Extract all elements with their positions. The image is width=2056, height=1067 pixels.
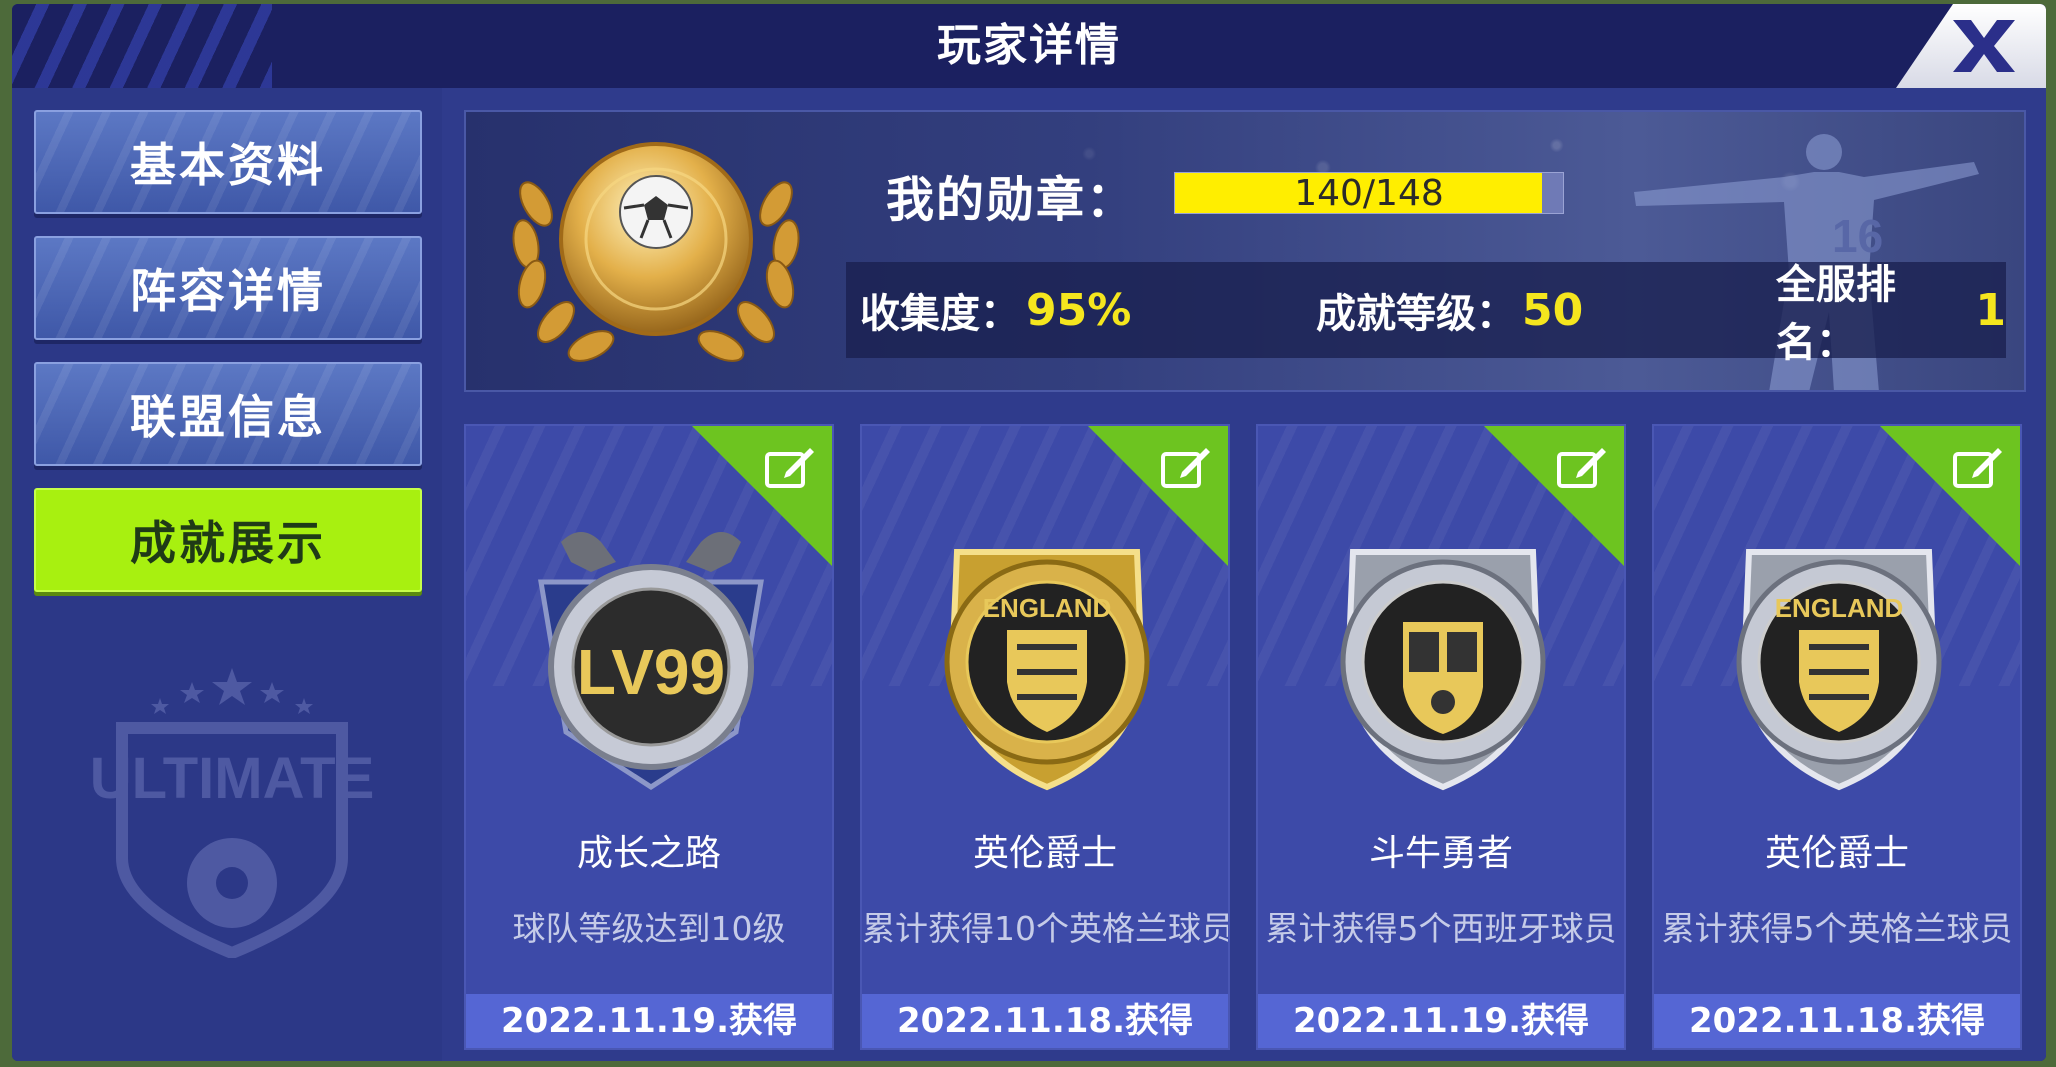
achievement-level-stat: 成就等级： 50 xyxy=(1316,262,1583,358)
player-details-window: 玩家详情 基本资料 阵容详情 联盟信息 成就展示 ULTIMATE 16 我的勋… xyxy=(12,4,2046,1061)
my-badges-label: 我的勋章： xyxy=(886,172,1137,228)
achievement-desc: 累计获得10个英格兰球员 xyxy=(862,909,1230,948)
achievement-level-label: 成就等级： xyxy=(1316,291,1516,337)
sidebar-item-label: 阵容详情 xyxy=(130,264,326,318)
medal-icon xyxy=(512,142,800,362)
achievement-date: 2022.11.19.获得 xyxy=(466,994,832,1048)
achievement-card[interactable]: ENGLAND 英伦爵士 累计获得10个英格兰球员 2022.11.18.获得 xyxy=(860,424,1230,1050)
england-gold-badge-icon: ENGLAND xyxy=(944,549,1150,791)
server-rank-value: 1 xyxy=(1975,284,2006,336)
medal-summary-banner: 16 我的勋章： 140/148 收集度： 95% 成就等级： 50 全服排名：… xyxy=(464,110,2026,392)
sidebar-item-label: 成就展示 xyxy=(130,516,326,570)
stats-strip: 收集度： 95% 成就等级： 50 全服排名： 1 xyxy=(846,262,2006,366)
server-rank-stat: 全服排名： 1 xyxy=(1776,262,2006,366)
sidebar: 基本资料 阵容详情 联盟信息 成就展示 ULTIMATE xyxy=(12,88,442,1061)
achievement-desc: 球队等级达到10级 xyxy=(512,909,786,948)
server-rank-label: 全服排名： xyxy=(1776,262,1896,366)
collection-value: 95% xyxy=(1026,284,1132,336)
collection-stat: 收集度： 95% xyxy=(860,262,1131,358)
badge-progress-bar: 140/148 xyxy=(1174,172,1564,214)
sidebar-item-achievements[interactable]: 成就展示 xyxy=(34,488,422,592)
achievement-date: 2022.11.18.获得 xyxy=(862,994,1228,1048)
badge-text: ENGLAND xyxy=(983,593,1112,623)
badge-progress-text: 140/148 xyxy=(1294,173,1444,214)
achievement-desc: 累计获得5个西班牙球员 xyxy=(1265,909,1617,948)
sidebar-item-basic-info[interactable]: 基本资料 xyxy=(34,110,422,214)
achievement-date: 2022.11.19.获得 xyxy=(1258,994,1624,1048)
achievement-card[interactable]: ENGLAND 英伦爵士 累计获得5个英格兰球员 2022.11.18.获得 xyxy=(1652,424,2022,1050)
badge-text: ENGLAND xyxy=(1775,593,1904,623)
sidebar-item-league-info[interactable]: 联盟信息 xyxy=(34,362,422,466)
achievement-name: 英伦爵士 xyxy=(1764,833,1909,874)
achievement-name: 成长之路 xyxy=(576,833,721,874)
achievement-date: 2022.11.18.获得 xyxy=(1654,994,2020,1048)
achievement-card[interactable]: 斗牛勇者 累计获得5个西班牙球员 2022.11.19.获得 xyxy=(1256,424,1626,1050)
edit-icon[interactable] xyxy=(1952,444,2004,490)
collection-label: 收集度： xyxy=(860,291,1020,337)
logo-text: ULTIMATE xyxy=(90,746,375,811)
edit-icon[interactable] xyxy=(764,444,816,490)
window-title: 玩家详情 xyxy=(937,20,1121,71)
achievement-name: 斗牛勇者 xyxy=(1368,833,1513,874)
achievement-level-value: 50 xyxy=(1522,284,1584,336)
sidebar-item-label: 联盟信息 xyxy=(130,390,326,444)
level-badge-icon: LV99 xyxy=(538,532,764,790)
england-silver-badge-icon: ENGLAND xyxy=(1736,549,1942,791)
edit-icon[interactable] xyxy=(1556,444,1608,490)
sidebar-item-lineup-details[interactable]: 阵容详情 xyxy=(34,236,422,340)
achievement-card[interactable]: LV99 成长之路 球队等级达到10级 2022.11.19.获得 xyxy=(464,424,834,1050)
edit-icon[interactable] xyxy=(1160,444,1212,490)
ultimate-logo: ULTIMATE xyxy=(90,668,375,958)
title-bar: 玩家详情 xyxy=(12,4,2046,88)
spain-silver-badge-icon xyxy=(1340,549,1546,791)
sidebar-item-label: 基本资料 xyxy=(130,138,326,192)
badge-text: LV99 xyxy=(577,636,725,708)
achievement-desc: 累计获得5个英格兰球员 xyxy=(1661,909,2013,948)
achievement-name: 英伦爵士 xyxy=(972,833,1117,874)
main-panel: 16 我的勋章： 140/148 收集度： 95% 成就等级： 50 全服排名：… xyxy=(442,88,2046,1061)
close-icon[interactable] xyxy=(1944,8,2024,84)
